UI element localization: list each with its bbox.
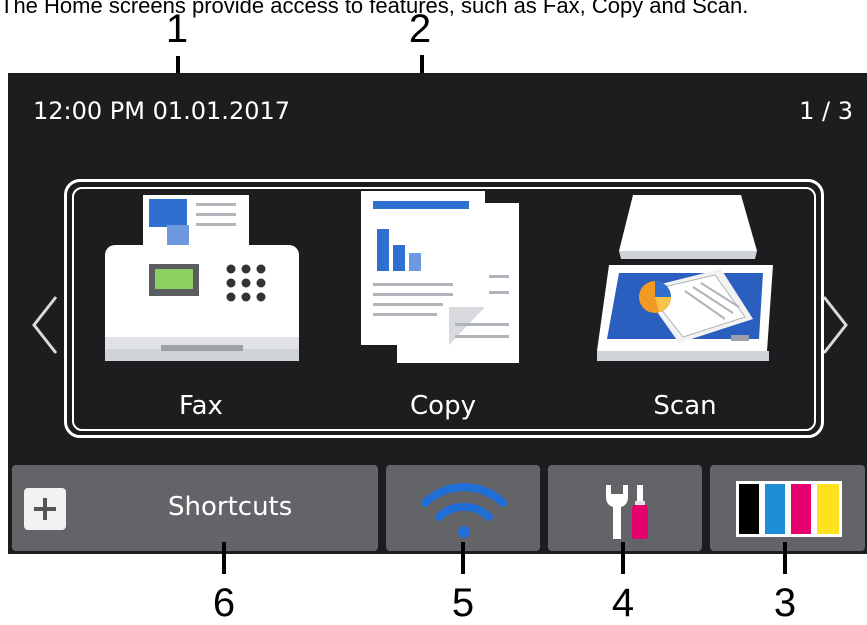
scan-button[interactable]: Scan [585,187,785,427]
plus-icon [24,488,66,530]
wrench-screwdriver-icon [606,485,648,539]
callout-4: 4 [611,581,635,625]
copy-label: Copy [410,391,476,421]
chevron-left-icon[interactable] [28,293,62,357]
callout-3: 3 [773,581,797,625]
fax-label: Fax [179,391,223,421]
chevron-right-icon[interactable] [818,293,852,357]
status-page-indicator: 1 / 3 [799,97,853,125]
wifi-icon [421,483,507,538]
callout-6: 6 [212,581,236,625]
fax-machine-icon [105,195,299,361]
callout-5-line [461,542,465,574]
wifi-button[interactable] [386,465,540,551]
scanner-icon [597,195,773,361]
fax-button[interactable]: Fax [101,187,301,427]
shortcuts-button[interactable]: Shortcuts [12,465,378,551]
callout-2: 2 [408,7,432,51]
touchscreen: 12:00 PM 01.01.2017 1 / 3 Fax Copy Scan … [8,73,867,554]
callout-1: 1 [165,7,189,51]
toner-cartridges-icon [736,481,842,537]
copy-documents-icon [361,191,519,363]
scan-label: Scan [653,391,717,421]
status-date-time: 12:00 PM 01.01.2017 [33,97,291,125]
callout-6-line [222,542,226,574]
page-caption: The Home screens provide access to featu… [0,0,749,18]
callout-5: 5 [451,581,475,625]
settings-button[interactable] [548,465,702,551]
callout-4-line [621,542,625,574]
copy-button[interactable]: Copy [343,187,543,427]
shortcuts-label: Shortcuts [168,492,293,522]
callout-3-line [783,542,787,574]
toner-button[interactable] [710,465,865,551]
